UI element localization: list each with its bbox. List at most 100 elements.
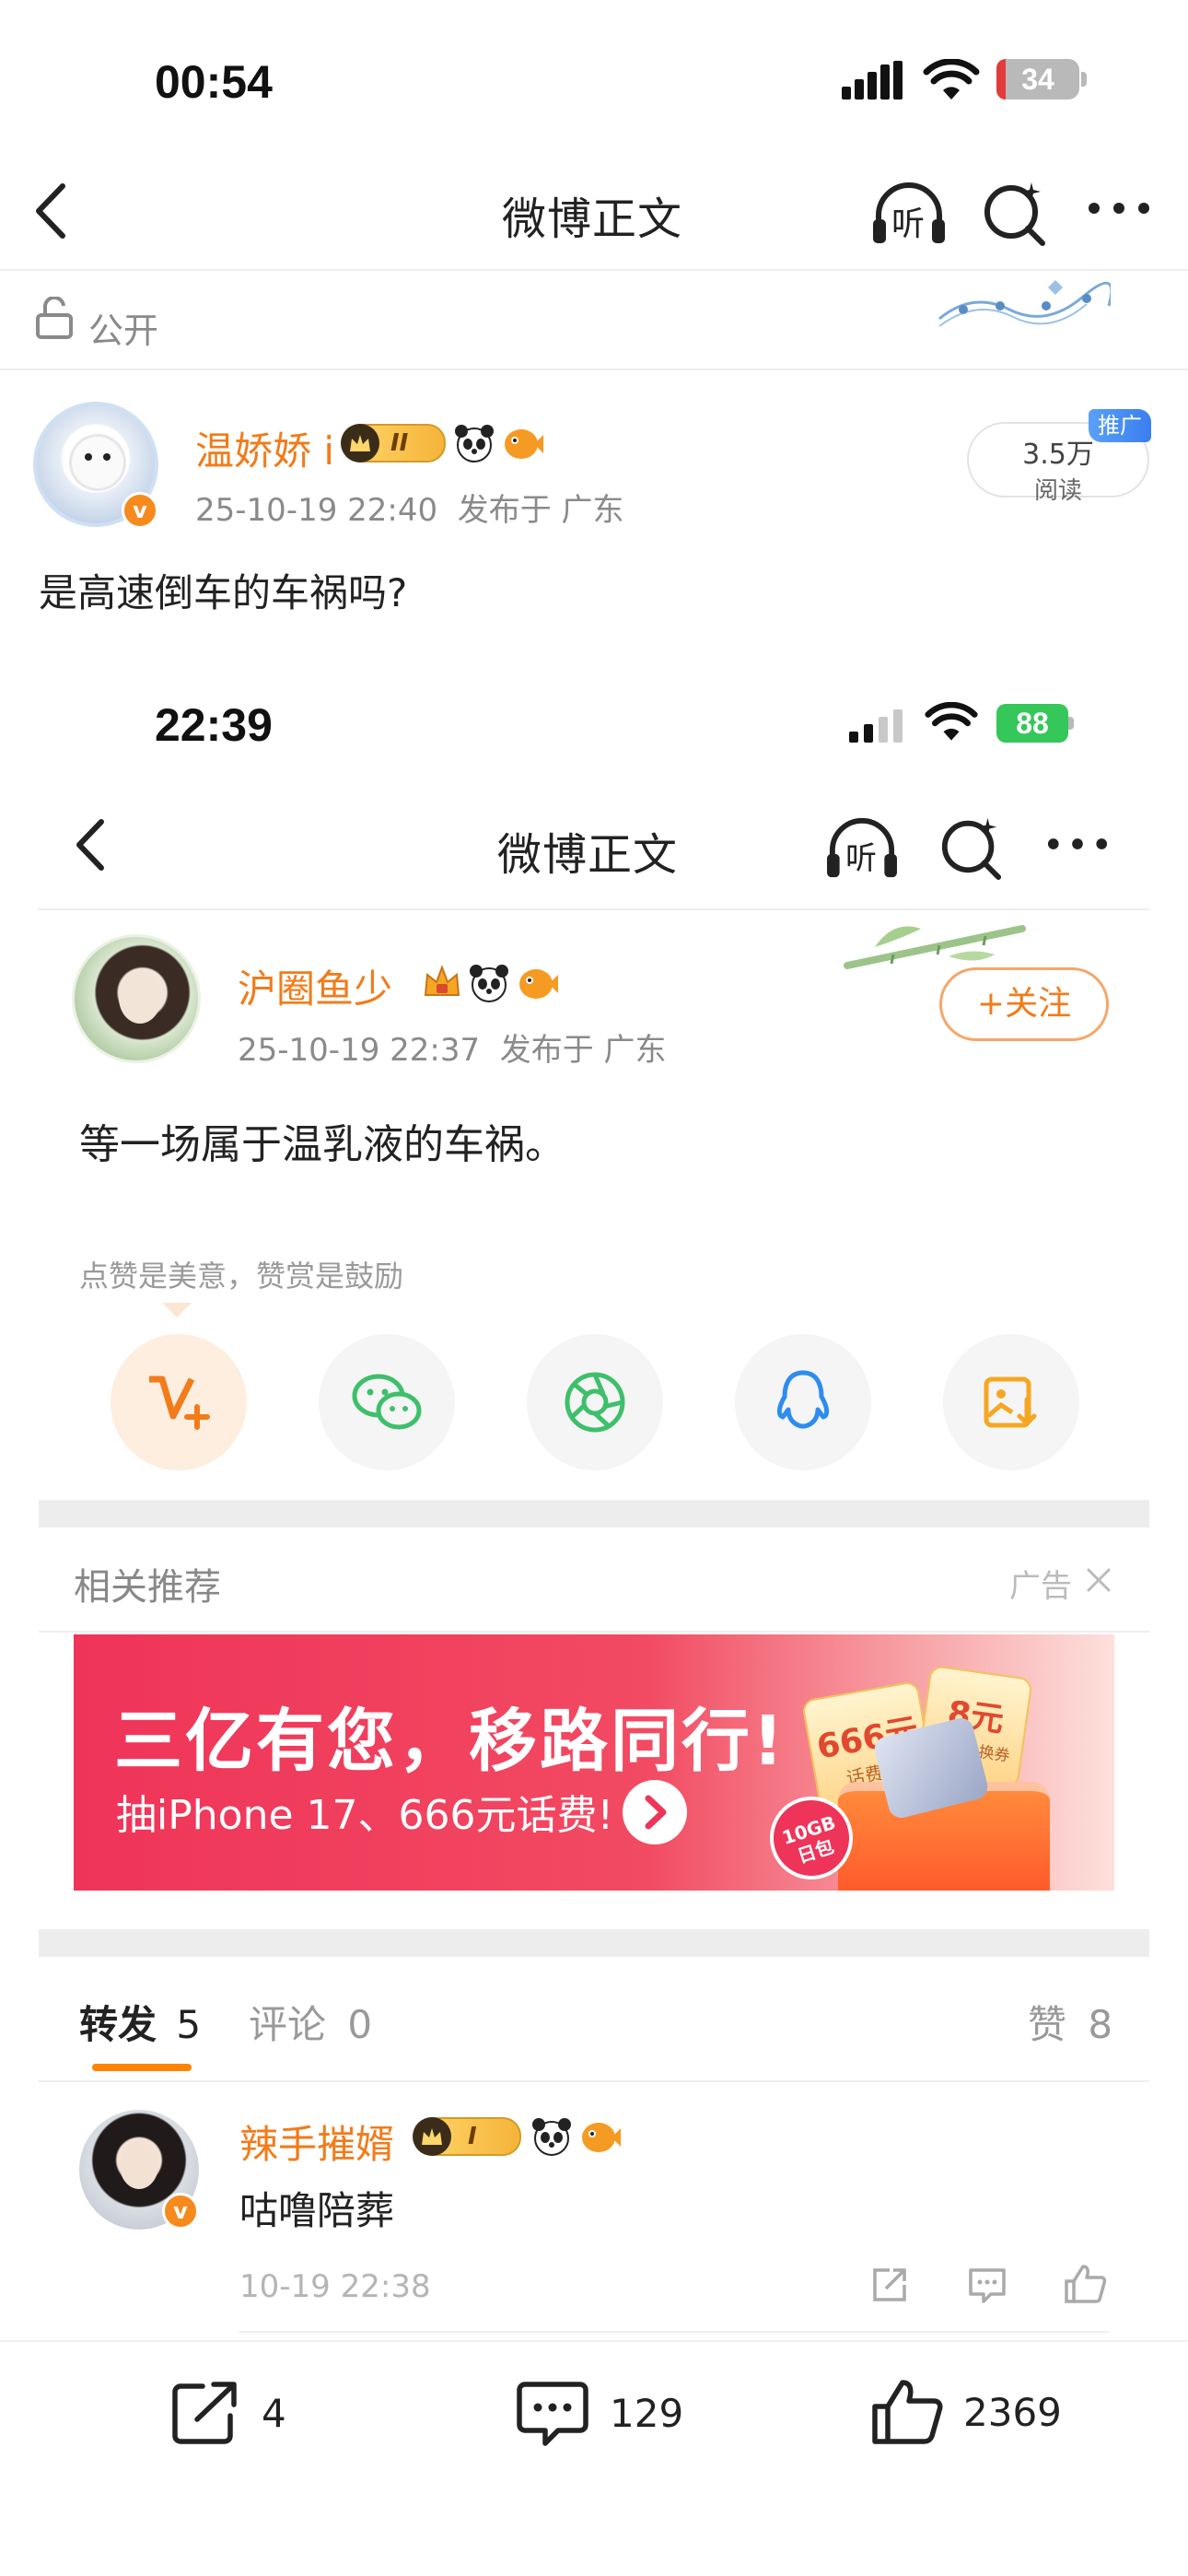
banner-arrow-button[interactable] [623,1780,687,1844]
wechat-icon [352,1374,422,1430]
reward-button[interactable] [111,1334,247,1470]
music-decoration [936,273,1111,337]
repost-time: 10-19 22:38 [239,2268,431,2305]
save-image-button[interactable] [943,1334,1079,1470]
status-time: 00:54 [155,56,273,108]
post-meta: 25-10-19 22:40 发布于 广东 [195,492,624,529]
tab-comment[interactable]: 评论 0 [249,1994,372,2050]
vip-crown-icon [422,964,462,1001]
inner-panda-icon [468,962,510,1004]
battery-indicator: 34 [996,59,1079,100]
inner-back-button[interactable] [70,814,111,875]
inner-listen-label: 听 [845,840,877,877]
ad-close-button[interactable] [1085,1566,1112,1594]
verified-badge-icon: v [122,492,158,529]
recommend-header: 相关推荐 [74,1566,221,1609]
repost-comment-button[interactable] [967,2265,1007,2305]
share-icon [873,2268,906,2301]
more-dots-icon [1089,203,1149,214]
chevron-left-icon [36,183,65,239]
repost-verified-badge-icon: v [162,2193,199,2230]
search-button[interactable] [982,177,1048,247]
more-button[interactable] [1087,199,1151,217]
ad-banner[interactable]: 三亿有您，移路同行! 抽iPhone 17、666元话费! 666元 话费券 8… [74,1634,1114,1891]
wifi-icon [923,59,980,101]
tip-pointer [162,1303,192,1317]
badge-level: II [390,429,409,457]
repost-like-button[interactable] [1063,2263,1107,2305]
promo-tag[interactable]: 推广 [1089,409,1151,442]
repost-text: 咕噜陪葬 [239,2188,395,2233]
inner-more-button[interactable] [1046,835,1109,853]
tab-comment-count: 0 [347,2002,373,2047]
banner-title: 三亿有您，移路同行! [114,1702,786,1781]
fish-icon [501,424,543,463]
bottom-repost-count: 4 [262,2390,286,2436]
repost-member-badge: I [413,2117,521,2156]
tab-repost-label: 转发 [79,2002,157,2047]
thumbs-up-icon [1065,2265,1107,2303]
crown-icon [422,2128,442,2145]
panda-icon [453,422,495,464]
bottom-comment-button[interactable]: 129 [516,2379,683,2447]
moments-aperture-icon [565,1372,625,1433]
share-qq-button[interactable] [735,1334,871,1470]
read-label: 阅读 [1033,477,1082,505]
share-moments-button[interactable] [527,1334,663,1470]
reward-tip: 点赞是美意，赞赏是鼓励 [79,1259,404,1294]
bottom-comment-count: 129 [610,2390,684,2436]
bottom-like-count: 2369 [963,2389,1062,2435]
tab-like-label: 赞 [1028,2002,1067,2047]
listen-label: 听 [891,205,926,243]
username[interactable]: 温娇娇 i [195,420,334,476]
member-level-badge: II [341,424,446,463]
chevron-left-icon [76,819,104,871]
inner-battery-level: 88 [1016,706,1049,740]
tab-repost[interactable]: 转发 5 [79,1994,201,2050]
repost-username[interactable]: 辣手摧婿 [239,2113,394,2170]
inner-username[interactable]: 沪圈鱼少 [238,958,392,1014]
signal-icon [842,61,906,101]
visibility-label: 公开 [88,310,159,351]
banner-subtitle: 抽iPhone 17、666元话费! [116,1792,614,1839]
search-icon [941,817,1002,880]
chevron-right-icon [645,1795,667,1830]
inner-post-meta: 25-10-19 22:37 发布于 广东 [238,1032,667,1069]
tab-repost-count: 5 [176,2002,202,2047]
reward-v-icon [149,1376,210,1430]
inner-status-time: 22:39 [155,699,273,751]
bottom-repost-button[interactable]: 4 [169,2379,286,2447]
page-title: 微博正文 [502,193,683,245]
more-dots-icon [1047,838,1108,849]
inner-wifi-icon [925,702,978,743]
inner-post-text: 等一场属于温乳液的车祸。 [79,1121,565,1168]
inner-search-button[interactable] [939,813,1004,881]
repost-badge-level: I [468,2123,477,2150]
tab-active-underline [92,2064,192,2071]
tab-like[interactable]: 赞 8 [1028,1994,1112,2050]
inner-signal-icon [849,708,906,743]
follow-button[interactable]: +关注 [939,967,1109,1041]
repost-panda-icon [530,2115,573,2158]
inner-battery-indicator: 88 [996,704,1068,743]
inner-listen-button[interactable]: 听 [823,814,901,883]
inner-avatar[interactable] [72,934,201,1063]
inner-page-title: 微博正文 [497,829,679,881]
close-icon [1087,1568,1111,1592]
image-download-icon [984,1376,1037,1428]
search-icon [984,182,1045,246]
bottom-like-button[interactable]: 2369 [871,2377,1062,2447]
share-wechat-button[interactable] [319,1334,455,1470]
comment-bubble-icon [517,2382,588,2446]
repost-fish-icon [578,2117,621,2156]
repost-share-button[interactable] [869,2265,910,2305]
comment-icon [969,2268,1006,2303]
post-text: 是高速倒车的车祸吗? [39,570,408,615]
ad-label: 广告 [1009,1568,1072,1605]
back-button[interactable] [28,179,74,243]
thumbs-up-icon [872,2380,943,2444]
listen-button[interactable]: 听 [869,179,949,249]
inner-fish-icon [516,964,558,1002]
repost-share-icon [172,2382,237,2444]
tab-like-count: 8 [1088,2002,1113,2047]
